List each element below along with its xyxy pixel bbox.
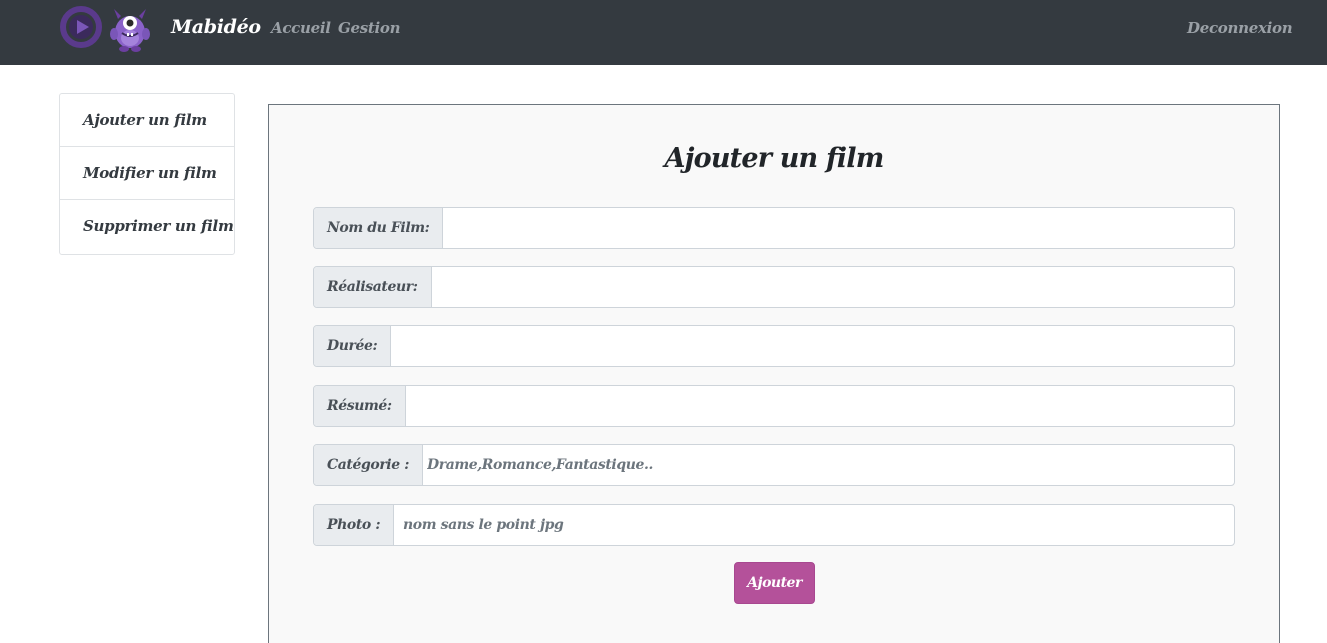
nav-link-accueil[interactable]: Accueil <box>271 19 331 37</box>
play-circle-icon[interactable] <box>59 5 103 49</box>
brand-name[interactable]: Mabidéo <box>171 16 261 38</box>
photo-input[interactable] <box>390 505 1234 545</box>
sidebar-item-modifier[interactable]: Modifier un film <box>60 147 234 200</box>
add-film-form-panel: Ajouter un film Nom du Film: Réalisateur… <box>268 104 1280 643</box>
logout-link[interactable]: Deconnexion <box>1187 19 1293 37</box>
photo-label: Photo : <box>314 505 395 545</box>
form-title: Ajouter un film <box>664 143 885 174</box>
category-input[interactable] <box>414 445 1234 485</box>
director-field: Réalisateur: <box>313 266 1235 308</box>
nav-link-gestion[interactable]: Gestion <box>338 19 401 37</box>
director-label: Réalisateur: <box>314 267 432 307</box>
summary-label: Résumé: <box>314 386 406 426</box>
summary-input[interactable] <box>399 386 1234 426</box>
sidebar-item-ajouter[interactable]: Ajouter un film <box>60 94 234 147</box>
category-label: Catégorie : <box>314 445 423 485</box>
photo-field: Photo : <box>313 504 1235 546</box>
film-name-field: Nom du Film: <box>313 207 1235 249</box>
sidebar-menu: Ajouter un film Modifier un film Supprim… <box>59 93 235 255</box>
summary-field: Résumé: <box>313 385 1235 427</box>
add-film-button[interactable]: Ajouter <box>734 562 815 604</box>
category-field: Catégorie : <box>313 444 1235 486</box>
duration-input[interactable] <box>387 326 1234 366</box>
film-name-input[interactable] <box>433 208 1234 248</box>
top-navbar: Mabidéo Accueil Gestion Deconnexion <box>0 0 1327 65</box>
film-name-label: Nom du Film: <box>314 208 444 248</box>
duration-field: Durée: <box>313 325 1235 367</box>
duration-label: Durée: <box>314 326 392 366</box>
purple-monster-icon[interactable] <box>106 3 154 53</box>
sidebar-item-supprimer[interactable]: Supprimer un film <box>60 200 234 253</box>
director-input[interactable] <box>425 267 1234 307</box>
